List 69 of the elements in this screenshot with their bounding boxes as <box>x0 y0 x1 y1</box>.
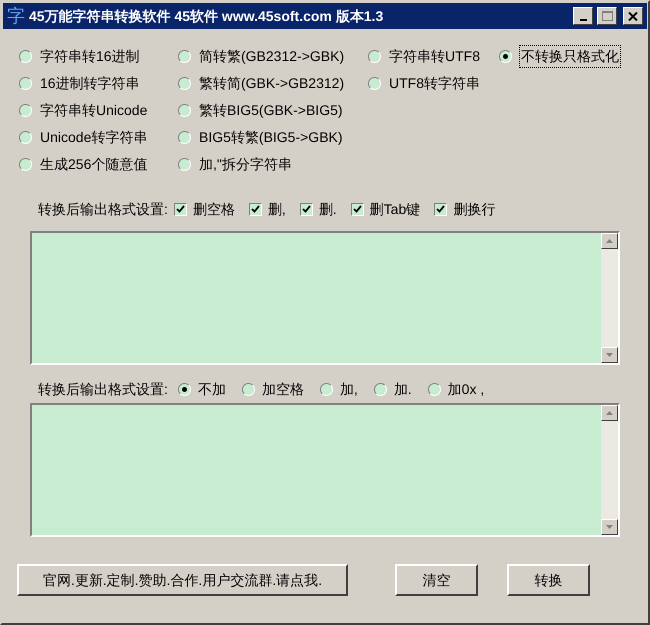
scrollbar[interactable] <box>601 405 618 535</box>
radio-label: UTF8转字符串 <box>389 74 480 93</box>
radio-button[interactable] <box>19 50 32 63</box>
checkbox[interactable] <box>350 202 364 216</box>
settings-label: 转换后输出格式设置: <box>38 200 168 218</box>
scrollbar[interactable] <box>601 233 618 363</box>
settings-label: 转换后输出格式设置: <box>38 380 168 398</box>
app-icon: 字 <box>7 7 25 25</box>
caret-up-icon <box>606 239 613 243</box>
scroll-down-button[interactable] <box>601 519 618 535</box>
output-field[interactable] <box>30 231 620 365</box>
radio-button[interactable] <box>178 77 191 90</box>
checkbox-label: 删Tab键 <box>370 200 420 218</box>
radio-button[interactable] <box>368 50 381 63</box>
radio-label: 不加 <box>198 380 226 398</box>
radio-label: 简转繁(GB2312->GBK) <box>199 47 344 66</box>
radio-label: 加0x , <box>448 380 484 398</box>
radio-label: 加, <box>340 380 358 398</box>
action-button[interactable]: 官网.更新.定制.赞助.合作.用户交流群.请点我. <box>17 564 348 596</box>
radio-button[interactable] <box>368 77 381 90</box>
radio-label: 16进制转字符串 <box>40 74 140 93</box>
radio-button[interactable] <box>242 382 255 396</box>
radio-button[interactable] <box>178 131 191 144</box>
radio-label: 加. <box>394 380 412 398</box>
radio-button[interactable] <box>178 158 191 171</box>
minimize-button[interactable] <box>573 7 593 25</box>
checkbox[interactable] <box>248 202 262 216</box>
radio-button[interactable] <box>19 131 32 144</box>
close-icon <box>628 12 638 20</box>
radio-button[interactable] <box>428 382 441 396</box>
checkbox-label: 删. <box>318 200 337 218</box>
radio-label: 不转换只格式化 <box>520 46 620 67</box>
checkbox[interactable] <box>434 202 448 216</box>
caret-up-icon <box>606 411 613 415</box>
radio-button[interactable] <box>320 382 333 396</box>
scroll-down-button[interactable] <box>601 347 618 363</box>
action-button[interactable]: 转换 <box>507 564 590 596</box>
maximize-button[interactable] <box>597 7 617 25</box>
radio-label: 繁转简(GBK->GB2312) <box>199 74 344 93</box>
radio-button[interactable] <box>19 77 32 90</box>
checkbox-label: 删, <box>268 200 286 218</box>
checkbox[interactable] <box>300 202 313 216</box>
radio-label: 字符串转UTF8 <box>389 47 480 66</box>
scroll-up-button[interactable] <box>601 405 618 421</box>
radio-button[interactable] <box>374 382 387 396</box>
radio-button[interactable] <box>178 50 191 63</box>
radio-label: 字符串转16进制 <box>40 47 140 66</box>
radio-label: 繁转BIG5(GBK->BIG5) <box>199 101 343 120</box>
radio-label: Unicode转字符串 <box>40 128 148 147</box>
scroll-up-button[interactable] <box>601 233 618 249</box>
window-title: 45万能字符串转换软件 45软件 www.45soft.com 版本1.3 <box>29 6 384 26</box>
radio-label: 加,"拆分字符串 <box>199 155 292 174</box>
radio-button[interactable] <box>19 104 32 117</box>
output-field[interactable] <box>30 403 620 537</box>
radio-button[interactable] <box>178 382 191 396</box>
radio-label: 生成256个随意值 <box>40 155 148 174</box>
caret-down-icon <box>606 525 613 529</box>
checkbox-label: 删空格 <box>192 200 235 218</box>
radio-button[interactable] <box>19 158 32 171</box>
radio-label: 加空格 <box>262 380 304 398</box>
caret-down-icon <box>606 353 613 357</box>
radio-label: BIG5转繁(BIG5->GBK) <box>199 128 343 147</box>
radio-button[interactable] <box>499 50 512 63</box>
close-button[interactable] <box>623 7 643 25</box>
radio-label: 字符串转Unicode <box>40 101 148 120</box>
checkbox-label: 删换行 <box>453 200 496 218</box>
checkbox[interactable] <box>174 202 187 216</box>
action-button[interactable]: 清空 <box>395 564 478 596</box>
radio-button[interactable] <box>178 104 191 117</box>
